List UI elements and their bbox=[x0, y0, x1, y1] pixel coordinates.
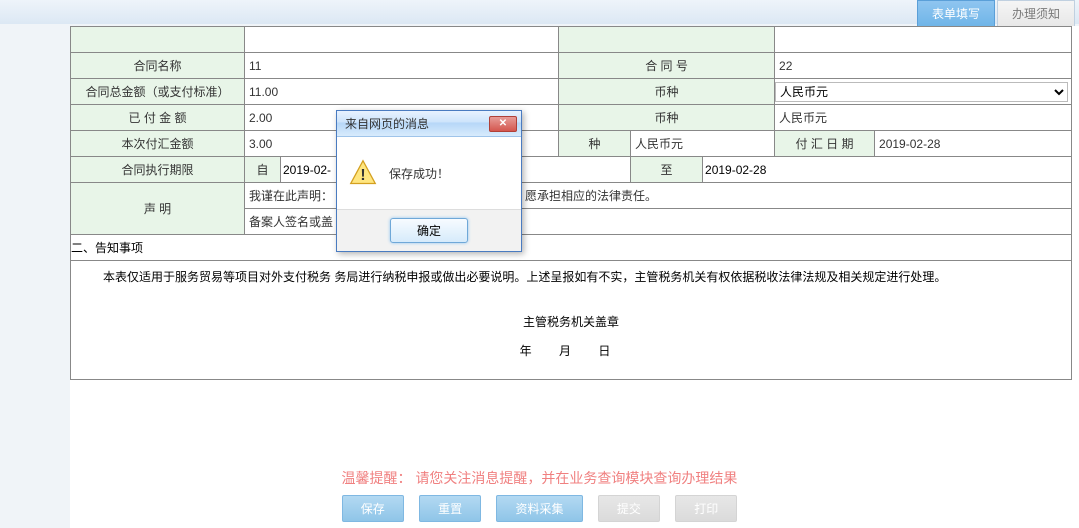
row-total-amount: 合同总金额（或支付标准） 11.00 币种 人民币元 bbox=[71, 79, 1072, 105]
value-currency-3[interactable]: 人民币元 bbox=[631, 131, 775, 157]
label-currency-2: 币种 bbox=[559, 105, 775, 131]
stamp-area: 主管税务机关盖章 bbox=[71, 293, 1071, 336]
value-contract-name[interactable]: 11 bbox=[245, 53, 559, 79]
label-contract-no: 合 同 号 bbox=[559, 53, 775, 79]
select-currency-1[interactable]: 人民币元 bbox=[775, 82, 1068, 102]
label-currency-1: 币种 bbox=[559, 79, 775, 105]
tip-text: 请您关注消息提醒，并在业务查询模块查询办理结果 bbox=[415, 470, 737, 486]
row-contract-name: 合同名称 11 合 同 号 22 bbox=[71, 53, 1072, 79]
button-row: 保存 重置 资料采集 提交 打印 bbox=[0, 495, 1079, 522]
dialog-title-text: 来自网页的消息 bbox=[345, 115, 489, 132]
label-pay-date: 付 汇 日 期 bbox=[775, 131, 875, 157]
label-this-amount: 本次付汇金额 bbox=[71, 131, 245, 157]
label-section-2: 二、告知事项 bbox=[71, 235, 1072, 261]
alert-dialog: 来自网页的消息 ✕ ! 保存成功！ 确定 bbox=[336, 110, 522, 252]
collect-button[interactable]: 资料采集 bbox=[496, 495, 582, 522]
row-section-2: 二、告知事项 bbox=[71, 235, 1072, 261]
reset-button[interactable]: 重置 bbox=[419, 495, 481, 522]
label-statement: 声 明 bbox=[71, 183, 245, 235]
row-notice: 本表仅适用于服务贸易等项目对外支付税务 务局进行纳税申报或做出必要说明。上述呈报… bbox=[71, 261, 1072, 380]
value-total-amount[interactable]: 11.00 bbox=[245, 79, 559, 105]
print-button[interactable]: 打印 bbox=[675, 495, 737, 522]
value-currency-2[interactable]: 人民币元 bbox=[775, 105, 1072, 131]
row-this-amount: 本次付汇金额 3.00 种 人民币元 付 汇 日 期 2019-02-28 bbox=[71, 131, 1072, 157]
value-to[interactable] bbox=[703, 157, 1072, 183]
row-statement: 声 明 我谨在此声明：；愿承担相应的法律责任。 bbox=[71, 183, 1072, 209]
dialog-titlebar[interactable]: 来自网页的消息 ✕ bbox=[337, 111, 521, 137]
label-contract-name: 合同名称 bbox=[71, 53, 245, 79]
row-period: 合同执行期限 自 至 bbox=[71, 157, 1072, 183]
ok-button[interactable]: 确定 bbox=[390, 218, 468, 243]
dialog-body: ! 保存成功！ bbox=[337, 137, 521, 209]
close-icon[interactable]: ✕ bbox=[489, 116, 517, 132]
form-table: 合同名称 11 合 同 号 22 合同总金额（或支付标准） 11.00 币种 人… bbox=[70, 26, 1072, 380]
row-paid-amount: 已 付 金 额 2.00 币种 人民币元 bbox=[71, 105, 1072, 131]
dialog-footer: 确定 bbox=[337, 209, 521, 251]
value-pay-date[interactable]: 2019-02-28 bbox=[875, 131, 1072, 157]
header-bar: 表单填写 办理须知 bbox=[0, 0, 1079, 24]
form-area: 合同名称 11 合 同 号 22 合同总金额（或支付标准） 11.00 币种 人… bbox=[70, 26, 1079, 528]
input-date-to[interactable] bbox=[703, 161, 1053, 179]
notice-text: 本表仅适用于服务贸易等项目对外支付税务 务局进行纳税申报或做出必要说明。上述呈报… bbox=[71, 261, 1071, 293]
label-period: 合同执行期限 bbox=[71, 157, 245, 183]
value-currency-1[interactable]: 人民币元 bbox=[775, 79, 1072, 105]
tip-label: 温馨提醒： bbox=[342, 470, 412, 486]
save-button[interactable]: 保存 bbox=[342, 495, 404, 522]
label-paid-amount: 已 付 金 额 bbox=[71, 105, 245, 131]
dialog-message: 保存成功！ bbox=[389, 165, 449, 182]
svg-text:!: ! bbox=[360, 167, 365, 184]
tab-form-fill[interactable]: 表单填写 bbox=[917, 0, 995, 26]
date-format: 年 月 日 bbox=[71, 336, 1071, 379]
label-currency-3: 种 bbox=[559, 131, 631, 157]
label-from: 自 bbox=[245, 157, 281, 183]
label-total-amount: 合同总金额（或支付标准） bbox=[71, 79, 245, 105]
bottom-tip: 温馨提醒： 请您关注消息提醒，并在业务查询模块查询办理结果 bbox=[0, 468, 1079, 488]
warning-icon: ! bbox=[349, 159, 377, 187]
header-tabs: 表单填写 办理须知 bbox=[917, 0, 1075, 26]
label-to: 至 bbox=[631, 157, 703, 183]
value-contract-no[interactable]: 22 bbox=[775, 53, 1072, 79]
tab-notice[interactable]: 办理须知 bbox=[997, 0, 1075, 26]
submit-button[interactable]: 提交 bbox=[598, 495, 660, 522]
